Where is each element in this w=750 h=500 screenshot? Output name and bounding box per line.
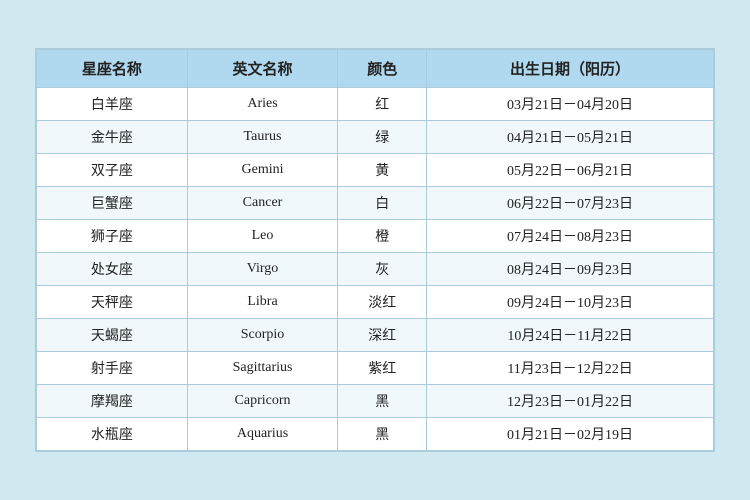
table-row: 水瓶座Aquarius黑01月21日－02月19日 xyxy=(37,418,714,451)
table-cell: 双子座 xyxy=(37,154,188,187)
table-row: 天蝎座Scorpio深红10月24日－11月22日 xyxy=(37,319,714,352)
table-cell: 06月22日－07月23日 xyxy=(427,187,714,220)
table-cell: 深红 xyxy=(338,319,427,352)
table-row: 摩羯座Capricorn黑12月23日－01月22日 xyxy=(37,385,714,418)
table-row: 巨蟹座Cancer白06月22日－07月23日 xyxy=(37,187,714,220)
table-cell: Gemini xyxy=(187,154,338,187)
table-row: 射手座Sagittarius紫红11月23日－12月22日 xyxy=(37,352,714,385)
table-cell: 05月22日－06月21日 xyxy=(427,154,714,187)
table-cell: 灰 xyxy=(338,253,427,286)
table-cell: Libra xyxy=(187,286,338,319)
table-cell: 10月24日－11月22日 xyxy=(427,319,714,352)
table-cell: 03月21日－04月20日 xyxy=(427,88,714,121)
table-header-cell: 出生日期（阳历） xyxy=(427,50,714,88)
table-cell: 01月21日－02月19日 xyxy=(427,418,714,451)
table-row: 天秤座Libra淡红09月24日－10月23日 xyxy=(37,286,714,319)
zodiac-table-wrapper: 星座名称英文名称颜色出生日期（阳历） 白羊座Aries红03月21日－04月20… xyxy=(35,48,715,452)
table-cell: 11月23日－12月22日 xyxy=(427,352,714,385)
table-cell: 紫红 xyxy=(338,352,427,385)
table-cell: Aquarius xyxy=(187,418,338,451)
table-cell: 摩羯座 xyxy=(37,385,188,418)
table-cell: 红 xyxy=(338,88,427,121)
zodiac-table: 星座名称英文名称颜色出生日期（阳历） 白羊座Aries红03月21日－04月20… xyxy=(36,49,714,451)
table-cell: 天蝎座 xyxy=(37,319,188,352)
table-cell: 巨蟹座 xyxy=(37,187,188,220)
table-cell: 白 xyxy=(338,187,427,220)
table-row: 金牛座Taurus绿04月21日－05月21日 xyxy=(37,121,714,154)
table-cell: 橙 xyxy=(338,220,427,253)
table-cell: 黑 xyxy=(338,385,427,418)
table-header-row: 星座名称英文名称颜色出生日期（阳历） xyxy=(37,50,714,88)
table-cell: 射手座 xyxy=(37,352,188,385)
table-cell: 金牛座 xyxy=(37,121,188,154)
table-cell: Scorpio xyxy=(187,319,338,352)
table-cell: 08月24日－09月23日 xyxy=(427,253,714,286)
table-cell: 黑 xyxy=(338,418,427,451)
table-row: 狮子座Leo橙07月24日－08月23日 xyxy=(37,220,714,253)
table-cell: Sagittarius xyxy=(187,352,338,385)
table-row: 双子座Gemini黄05月22日－06月21日 xyxy=(37,154,714,187)
table-cell: Taurus xyxy=(187,121,338,154)
table-cell: 白羊座 xyxy=(37,88,188,121)
table-cell: Leo xyxy=(187,220,338,253)
table-header-cell: 颜色 xyxy=(338,50,427,88)
table-cell: 12月23日－01月22日 xyxy=(427,385,714,418)
table-cell: 黄 xyxy=(338,154,427,187)
table-row: 处女座Virgo灰08月24日－09月23日 xyxy=(37,253,714,286)
table-cell: 狮子座 xyxy=(37,220,188,253)
table-header-cell: 星座名称 xyxy=(37,50,188,88)
table-cell: 天秤座 xyxy=(37,286,188,319)
table-body: 白羊座Aries红03月21日－04月20日金牛座Taurus绿04月21日－0… xyxy=(37,88,714,451)
table-cell: 04月21日－05月21日 xyxy=(427,121,714,154)
table-cell: 绿 xyxy=(338,121,427,154)
table-cell: 水瓶座 xyxy=(37,418,188,451)
table-cell: 处女座 xyxy=(37,253,188,286)
table-header-cell: 英文名称 xyxy=(187,50,338,88)
table-cell: Aries xyxy=(187,88,338,121)
table-cell: 07月24日－08月23日 xyxy=(427,220,714,253)
table-cell: Cancer xyxy=(187,187,338,220)
table-cell: 09月24日－10月23日 xyxy=(427,286,714,319)
table-row: 白羊座Aries红03月21日－04月20日 xyxy=(37,88,714,121)
table-cell: 淡红 xyxy=(338,286,427,319)
table-cell: Virgo xyxy=(187,253,338,286)
table-cell: Capricorn xyxy=(187,385,338,418)
